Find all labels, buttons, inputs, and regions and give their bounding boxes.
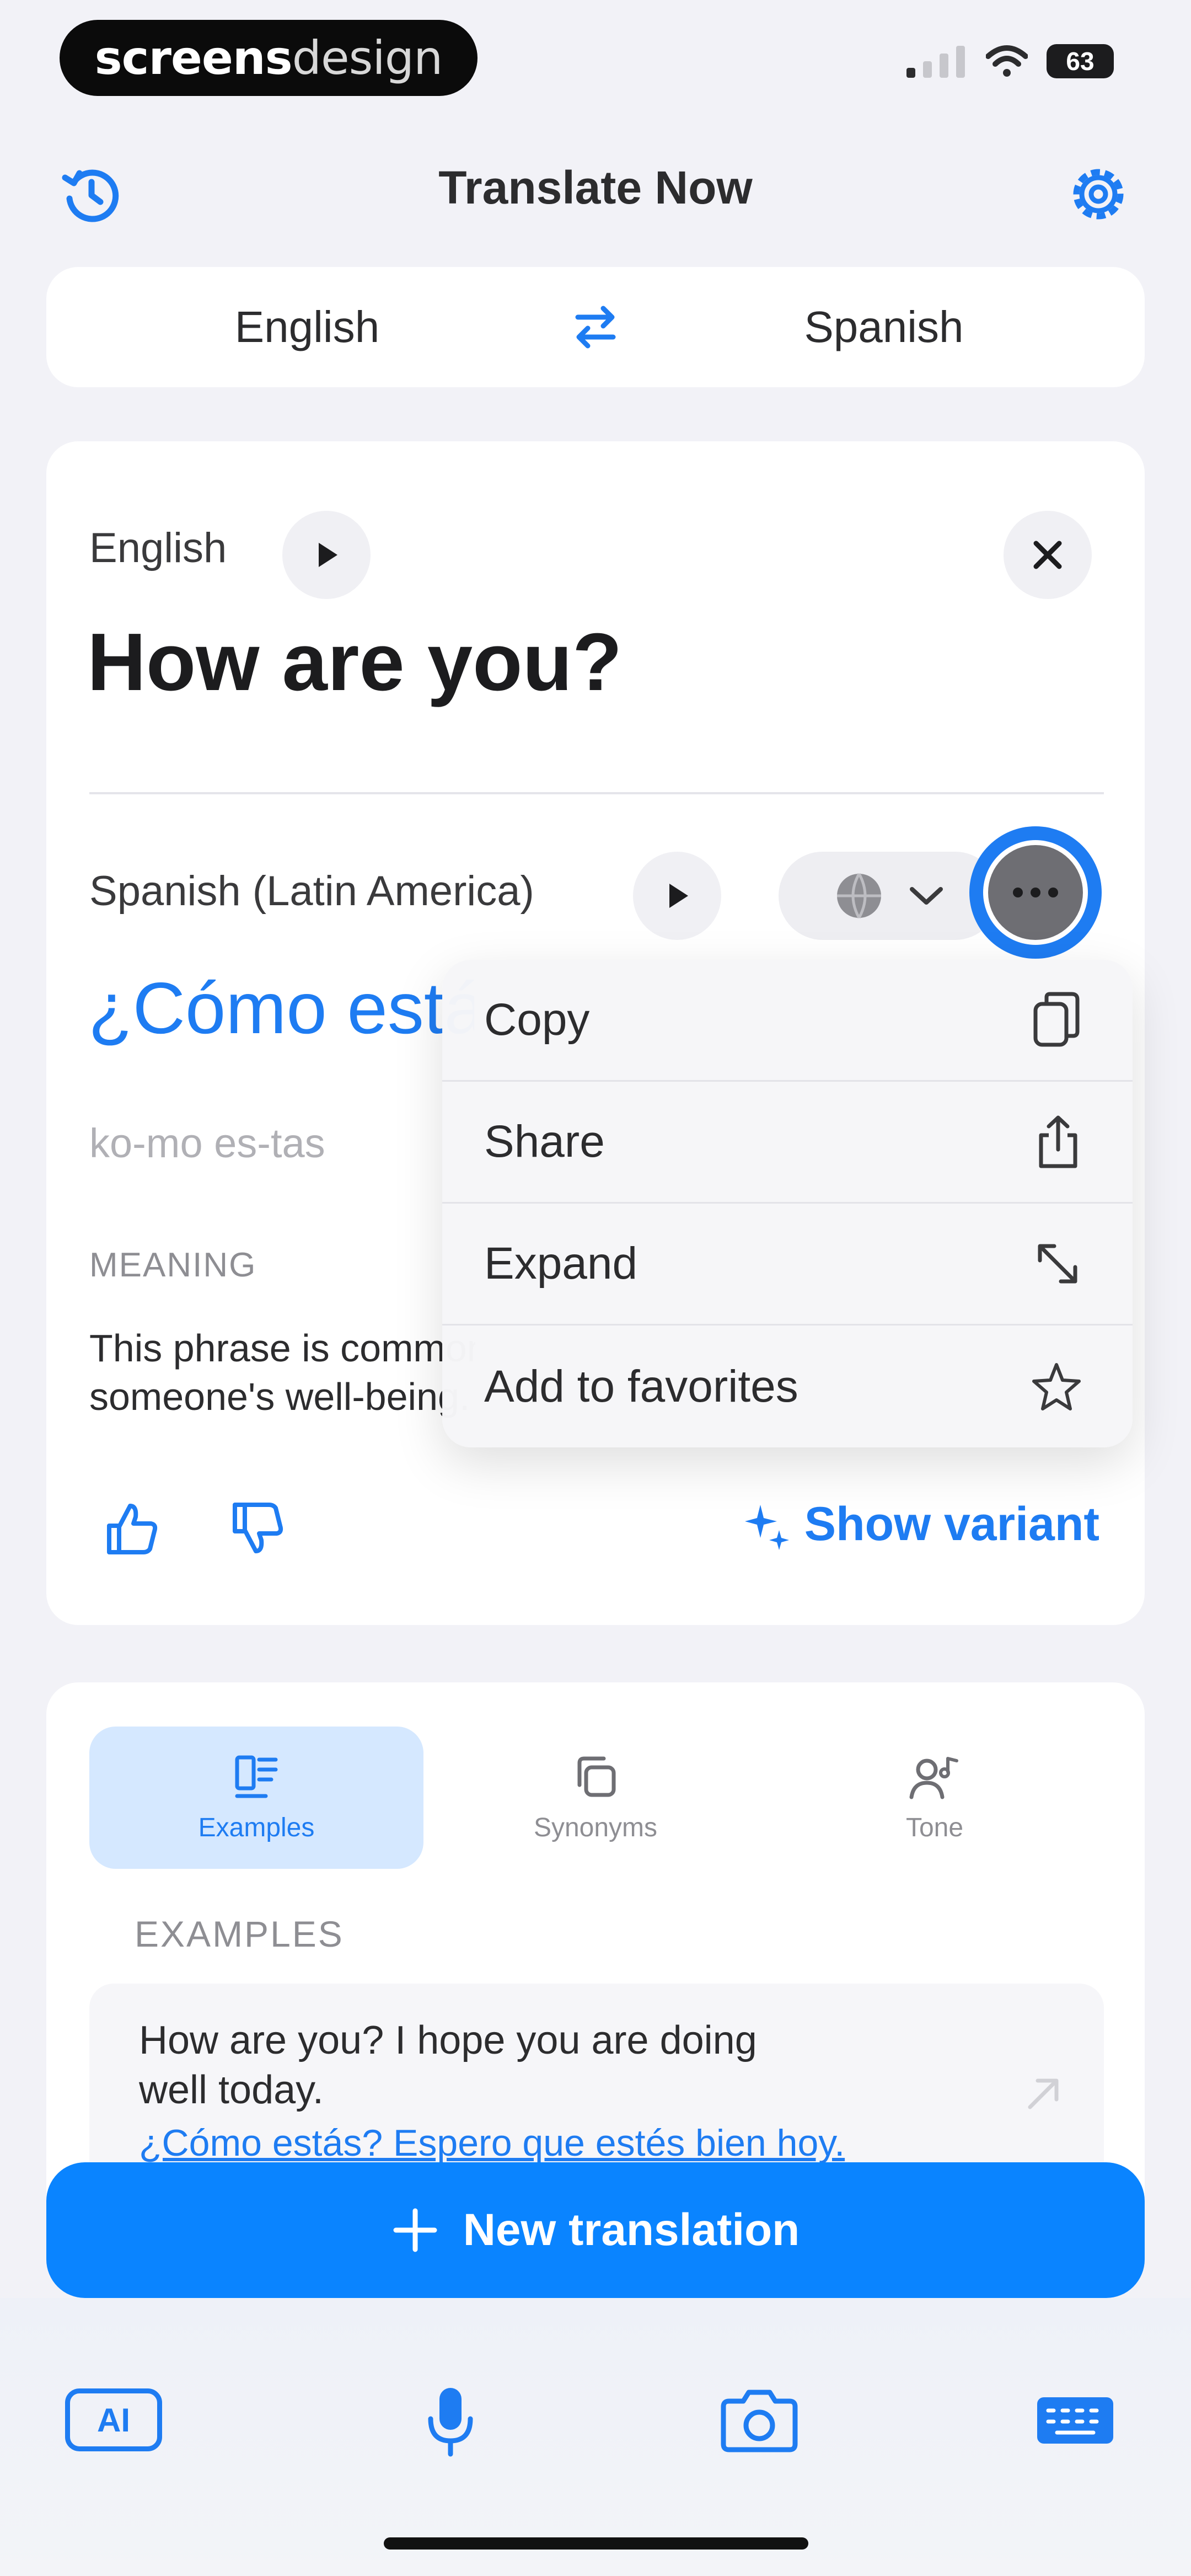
show-variant-label: Show variant [804, 1498, 1099, 1551]
tab-label: Examples [198, 1813, 315, 1842]
show-variant-button[interactable]: Show variant [744, 1497, 1099, 1552]
home-indicator [384, 2537, 808, 2550]
thumbs-up-icon[interactable] [96, 1493, 168, 1564]
ellipsis-icon [988, 845, 1083, 940]
synonyms-icon [577, 1756, 616, 1797]
play-icon [669, 884, 688, 908]
translated-text-clip: ¿Cómo estás? [88, 966, 474, 1088]
arrow-up-right-icon[interactable] [1021, 2072, 1065, 2116]
context-menu: Copy Share Expand Add to favorites [442, 960, 1133, 1447]
menu-item-expand[interactable]: Expand [442, 1204, 1133, 1326]
keyboard-icon[interactable] [1032, 2388, 1118, 2452]
target-language-label: Spanish (Latin America) [89, 868, 534, 915]
page-title: Translate Now [438, 162, 753, 213]
voice-selector[interactable] [779, 852, 999, 940]
battery-icon: 63 [1047, 44, 1114, 78]
status-icons: 63 [906, 44, 1114, 78]
tab-synonyms[interactable]: Synonyms [428, 1727, 763, 1869]
menu-item-copy[interactable]: Copy [442, 960, 1133, 1082]
language-selector: English Spanish [46, 267, 1145, 387]
tone-icon [909, 1756, 958, 1799]
details-card: Examples Synonyms Tone EXAMPLES How are … [46, 1682, 1145, 2234]
menu-item-label: Expand [484, 1238, 638, 1289]
copy-icon [1033, 992, 1080, 1047]
microphone-icon[interactable] [415, 2381, 486, 2463]
tab-examples[interactable]: Examples [89, 1727, 423, 1869]
meaning-text-line-2: someone's well-being. [89, 1375, 470, 1418]
share-icon [1039, 1115, 1077, 1168]
play-target-button[interactable] [633, 852, 721, 940]
divider [89, 792, 1104, 794]
brand-light-text: design [292, 31, 443, 85]
examples-icon [235, 1755, 278, 1798]
tab-tone[interactable]: Tone [768, 1727, 1102, 1869]
bottom-toolbar [0, 2298, 1191, 2576]
menu-item-label: Add to favorites [484, 1361, 798, 1412]
thumbs-down-icon[interactable] [222, 1493, 293, 1564]
meaning-text-clip: This phrase is commonly used to ask abou… [89, 1324, 475, 1429]
tab-label: Synonyms [533, 1813, 658, 1842]
example-translation: ¿Cómo estás? Espero que estés bien hoy. [139, 2122, 845, 2164]
camera-icon[interactable] [718, 2385, 801, 2457]
brand-bold-text: screens [94, 31, 293, 85]
swap-languages-icon[interactable] [568, 304, 623, 350]
globe-icon [837, 873, 881, 919]
expand-icon [1038, 1244, 1077, 1284]
menu-item-add-to-favorites[interactable]: Add to favorites [442, 1326, 1133, 1447]
chevron-down-icon [910, 887, 943, 905]
menu-item-share[interactable]: Share [442, 1082, 1133, 1204]
plus-icon [393, 2208, 437, 2252]
star-icon [1032, 1362, 1081, 1410]
play-icon [319, 543, 337, 567]
source-language-button[interactable]: English [46, 302, 568, 352]
meaning-label: MEANING [89, 1246, 257, 1284]
example-source-line-1: How are you? I hope you are doing [139, 2018, 757, 2062]
target-language-button[interactable]: Spanish [623, 302, 1145, 352]
wifi-icon [986, 45, 1028, 77]
clear-button[interactable] [1004, 511, 1092, 599]
meaning-text-line-1: This phrase is commonly used to ask abou… [89, 1327, 475, 1370]
new-translation-button[interactable]: New translation [46, 2162, 1145, 2298]
tab-label: Tone [905, 1813, 964, 1842]
gear-icon[interactable] [1064, 160, 1133, 228]
examples-label: EXAMPLES [135, 1914, 344, 1954]
more-options-button[interactable] [969, 826, 1102, 959]
signal-icon [906, 46, 965, 78]
play-source-button[interactable] [282, 511, 371, 599]
sparkle-icon [744, 1504, 789, 1550]
menu-item-label: Share [484, 1116, 605, 1167]
new-translation-label: New translation [463, 2205, 800, 2255]
menu-item-label: Copy [484, 995, 590, 1045]
close-icon [1033, 541, 1062, 569]
translated-text[interactable]: ¿Cómo estás? [88, 966, 474, 1050]
source-text[interactable]: How are you? [87, 616, 622, 709]
example-source-line-2: well today. [139, 2068, 324, 2112]
screensdesign-badge: screens design [60, 20, 478, 96]
source-language-label: English [89, 525, 227, 571]
phonetic-text: ko-mo es-tas [89, 1120, 325, 1166]
ai-mode-button[interactable]: AI [65, 2388, 162, 2451]
